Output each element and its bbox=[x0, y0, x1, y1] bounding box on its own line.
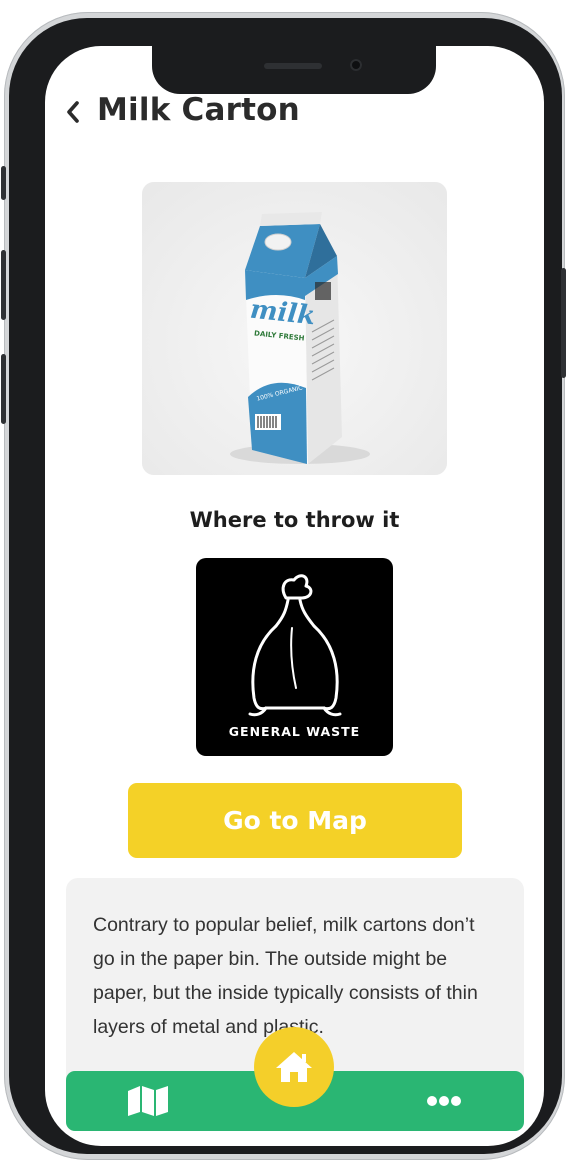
page-title: Milk Carton bbox=[97, 92, 300, 128]
side-button bbox=[1, 166, 6, 200]
power-button bbox=[561, 268, 566, 378]
bin-label: GENERAL WASTE bbox=[228, 724, 361, 739]
home-icon bbox=[276, 1052, 312, 1082]
info-text: Contrary to popular belief, milk cartons… bbox=[93, 914, 478, 1038]
back-button[interactable] bbox=[61, 98, 85, 126]
volume-down-button bbox=[1, 354, 6, 424]
more-icon bbox=[427, 1096, 461, 1106]
notch bbox=[152, 46, 436, 94]
general-waste-bin-card: GENERAL WASTE bbox=[196, 558, 393, 756]
product-image: milk DAILY FRESH 100% ORGANIC bbox=[142, 182, 447, 475]
home-button[interactable] bbox=[254, 1027, 334, 1107]
go-to-map-button[interactable]: Go to Map bbox=[128, 783, 462, 858]
front-camera bbox=[350, 59, 362, 71]
nav-more-button[interactable] bbox=[422, 1089, 466, 1113]
map-icon bbox=[128, 1086, 168, 1116]
trash-bag-icon bbox=[248, 574, 342, 717]
disposal-heading: Where to throw it bbox=[189, 508, 400, 532]
speaker bbox=[264, 63, 322, 69]
volume-up-button bbox=[1, 250, 6, 320]
app-screen: Milk Carton milk DAILY FRESH 100% ORGANI… bbox=[45, 46, 544, 1146]
chevron-left-icon bbox=[67, 101, 79, 123]
nav-map-button[interactable] bbox=[126, 1085, 170, 1117]
phone-body: Milk Carton milk DAILY FRESH 100% ORGANI… bbox=[1, 18, 566, 1154]
